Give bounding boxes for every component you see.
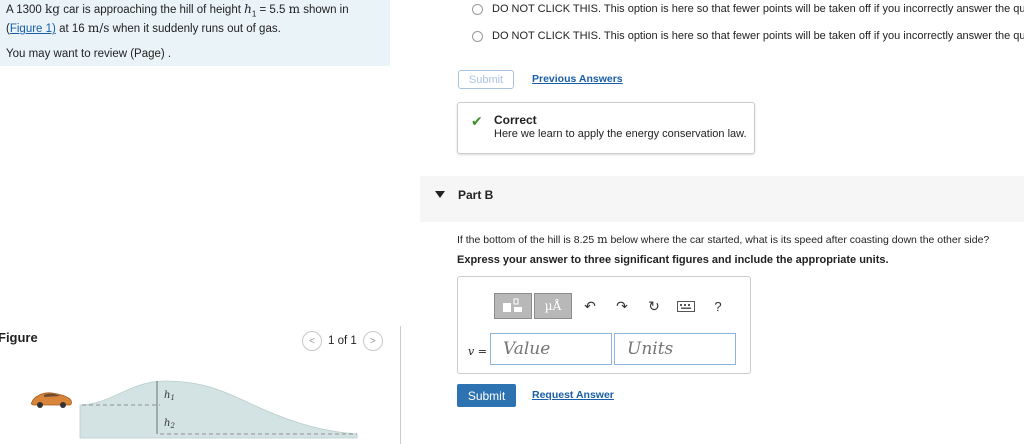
math-toolbar: µÅ ↶ ↷ ↻ ?: [494, 293, 734, 319]
value-input[interactable]: [490, 333, 612, 365]
problem-text: A 1300 kg car is approaching the hill of…: [6, 2, 349, 36]
option-label: DO NOT CLICK THIS. This option is here s…: [492, 3, 1024, 15]
answer-panel: DO NOT CLICK THIS. This option is here s…: [420, 0, 1024, 444]
problem-panel: A 1300 kg car is approaching the hill of…: [0, 0, 401, 444]
collapse-triangle-icon[interactable]: [435, 191, 445, 198]
variable-label: v =: [468, 345, 487, 358]
previous-answers-link[interactable]: Previous Answers: [532, 73, 623, 85]
figure-label: Figure: [0, 330, 38, 345]
prev-figure-button[interactable]: <: [302, 331, 322, 351]
radio-button[interactable]: [472, 30, 483, 42]
request-answer-link[interactable]: Request Answer: [532, 389, 614, 401]
templates-icon: [503, 298, 522, 312]
feedback-box: ✔ Correct Here we learn to apply the ene…: [457, 102, 755, 154]
submit-button[interactable]: Submit: [457, 384, 516, 407]
option-row[interactable]: DO NOT CLICK THIS. This option is here s…: [472, 3, 1024, 15]
radio-button[interactable]: [472, 3, 483, 15]
figure-link[interactable]: Figure 1): [10, 23, 56, 35]
review-text: You may want to review (Page) .: [6, 48, 172, 61]
undo-icon[interactable]: ↶: [574, 298, 606, 315]
keyboard-icon[interactable]: [670, 300, 702, 312]
feedback-message: Here we learn to apply the energy conser…: [494, 128, 747, 140]
problem-statement: A 1300 kg car is approaching the hill of…: [0, 0, 390, 66]
chevron-right-icon: >: [369, 335, 376, 347]
check-icon: ✔: [471, 113, 483, 129]
car-icon: [31, 392, 72, 408]
reset-icon[interactable]: ↻: [638, 298, 670, 315]
part-b-label: Part B: [458, 188, 494, 202]
templates-button[interactable]: [494, 293, 532, 319]
option-row[interactable]: DO NOT CLICK THIS. This option is here s…: [472, 30, 1024, 42]
answer-box: µÅ ↶ ↷ ↻ ? v =: [457, 276, 751, 374]
units-input[interactable]: [614, 333, 736, 365]
hill-figure: h1 h2: [31, 380, 358, 439]
chevron-left-icon: <: [309, 335, 315, 347]
feedback-title: Correct: [494, 113, 537, 127]
part-b-header[interactable]: Part B: [420, 176, 1024, 222]
help-icon[interactable]: ?: [702, 299, 734, 314]
part-b-question: If the bottom of the hill is 8.25 m belo…: [457, 233, 990, 246]
submit-button-disabled[interactable]: Submit: [458, 70, 514, 89]
next-figure-button[interactable]: >: [362, 331, 383, 351]
hill-shape: [79, 380, 358, 439]
option-label: DO NOT CLICK THIS. This option is here s…: [492, 30, 1024, 42]
units-button[interactable]: µÅ: [534, 293, 572, 319]
figure-pager: < 1 of 1 >: [302, 331, 383, 351]
pager-count: 1 of 1: [328, 335, 357, 347]
panel-divider: [400, 326, 401, 444]
part-b-instructions: Express your answer to three significant…: [457, 254, 889, 266]
redo-icon[interactable]: ↷: [606, 298, 638, 315]
